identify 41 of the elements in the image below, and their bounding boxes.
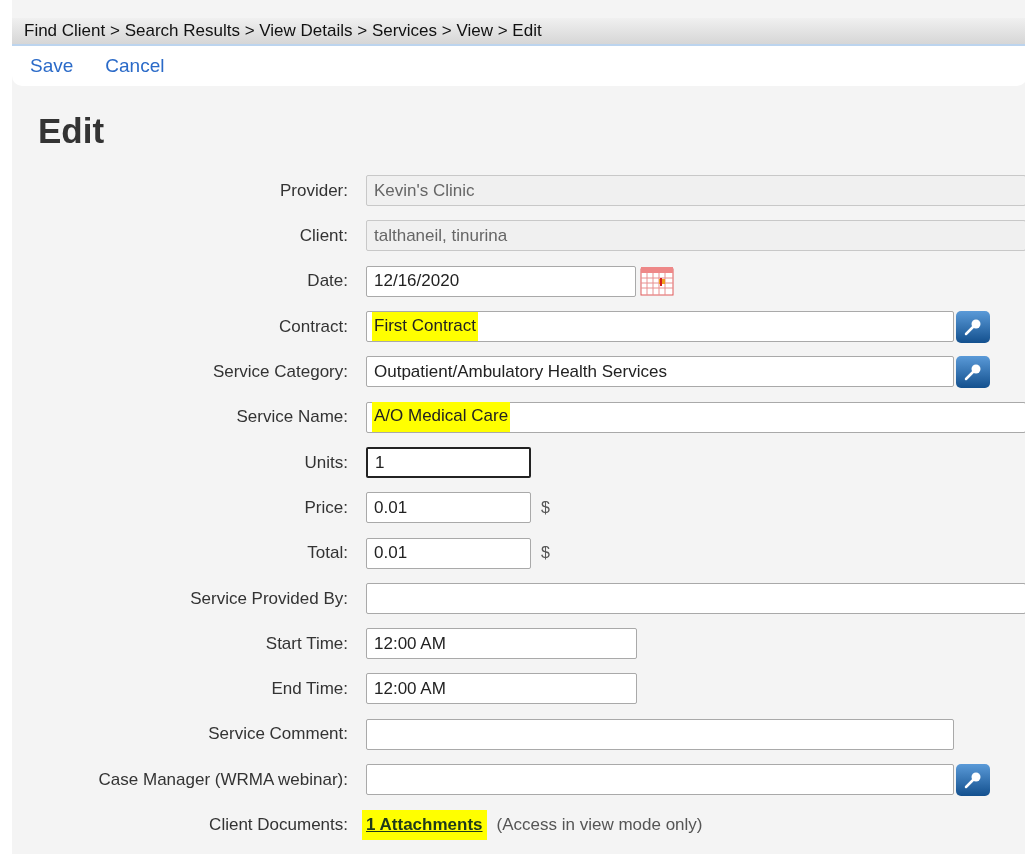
calendar-icon[interactable] <box>640 266 674 297</box>
input-field[interactable] <box>366 764 954 795</box>
readonly-field: Kevin's Clinic <box>366 175 1025 207</box>
attachments-link[interactable]: 1 Attachments <box>362 810 487 840</box>
page-heading: Edit <box>38 110 106 152</box>
search-button[interactable] <box>956 763 990 796</box>
field-label: Date: <box>306 270 349 293</box>
input-field[interactable]: First Contract <box>366 311 954 343</box>
field-label: Client: <box>298 225 349 248</box>
field-label: Service Provided By: <box>189 587 349 610</box>
readonly-field: talthaneil, tinurina <box>366 220 1025 252</box>
field-label: Price: <box>303 496 349 519</box>
field-label: Service Comment: <box>207 723 349 746</box>
access-note: (Access in view mode only) <box>496 814 703 837</box>
breadcrumb-trail: Find Client > Search Results > View Details > Services > View > Edit <box>24 20 542 43</box>
field-label: Provider: <box>278 179 349 202</box>
input-field[interactable]: Outpatient/Ambulatory Health Services <box>366 356 954 388</box>
field-label: Case Manager (WRMA webinar): <box>97 768 349 791</box>
input-field[interactable]: 0.01 <box>366 492 531 524</box>
input-field[interactable]: 12/16/2020 <box>366 265 636 297</box>
field-label: Units: <box>303 451 349 474</box>
action-link[interactable]: Save <box>30 51 74 81</box>
input-field[interactable]: 12:00 AM <box>366 673 637 705</box>
search-button[interactable] <box>956 355 990 388</box>
input-field[interactable]: 0.01 <box>366 537 531 569</box>
input-field[interactable] <box>366 582 1025 614</box>
action-link[interactable]: Cancel <box>105 51 165 81</box>
input-field[interactable]: 1 <box>366 446 531 478</box>
input-field[interactable]: 12:00 AM <box>366 628 637 660</box>
field-label: Start Time: <box>264 632 349 655</box>
field-label: Total: <box>306 542 349 565</box>
currency-symbol: $ <box>541 543 550 563</box>
field-label: End Time: <box>270 678 349 701</box>
field-label: Service Name: <box>235 406 349 429</box>
field-label: Service Category: <box>211 361 349 384</box>
currency-symbol: $ <box>541 497 550 518</box>
field-label: Contract: <box>278 315 349 338</box>
input-field[interactable]: A/O Medical Care <box>366 401 1025 433</box>
input-field[interactable] <box>366 718 954 750</box>
search-button[interactable] <box>956 310 990 343</box>
field-label: Client Documents: <box>208 814 349 837</box>
